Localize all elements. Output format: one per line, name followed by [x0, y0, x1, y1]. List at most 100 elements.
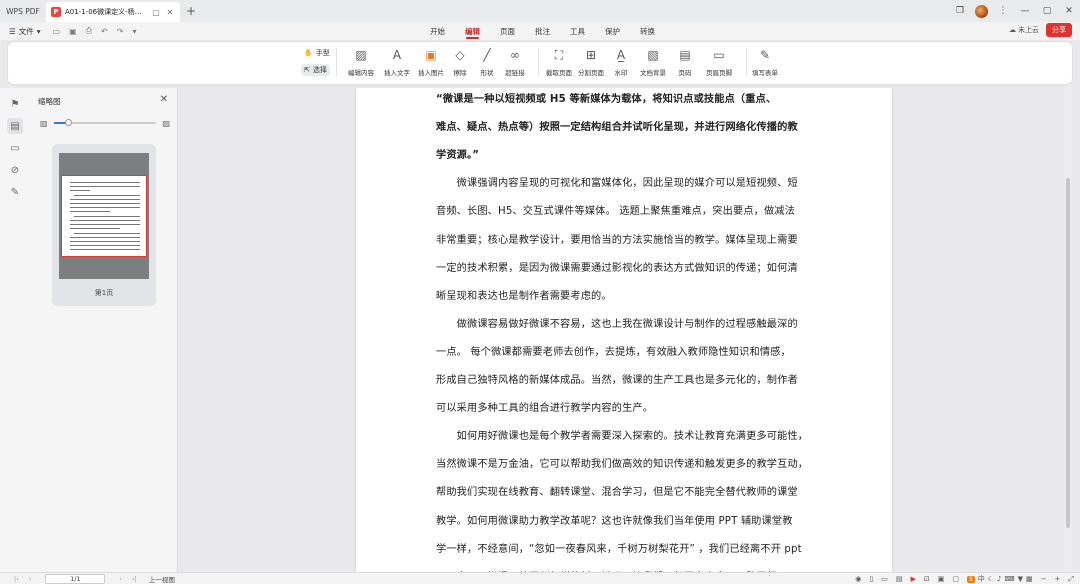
crop-icon: ⛶ — [554, 47, 564, 62]
attachment-icon[interactable]: ⊘ — [7, 162, 23, 178]
save-icon[interactable]: ▣ — [69, 27, 77, 36]
first-page-icon[interactable]: |‹ — [14, 575, 19, 583]
status-right: ◉ ▯ ▭ ▤ ▶ ⊡ ▣ ▢ S 中 ☾ ♪ ⌨ ▼ ▦ − + ⤢ — [855, 573, 1074, 584]
edit-content-icon: ▨ — [355, 48, 367, 62]
select-tool[interactable]: ⇱ 选择 — [301, 64, 330, 76]
comment-icon[interactable]: ▭ — [7, 140, 23, 156]
zoom-out-icon[interactable]: − — [1041, 575, 1047, 583]
form-icon: ✎ — [759, 48, 771, 62]
prev-page-icon[interactable]: ‹ — [29, 575, 32, 583]
keyboard-icon[interactable]: ⌨ — [1005, 575, 1015, 583]
fit-page-icon[interactable]: ▣ — [938, 575, 945, 583]
signature-icon[interactable]: ✎ — [7, 184, 23, 200]
mic-icon[interactable]: ♪ — [997, 575, 1001, 583]
tab-tools[interactable]: 工具 — [570, 22, 585, 40]
app-tab[interactable]: WPS PDF — [0, 0, 46, 22]
minimize-icon[interactable]: — — [1014, 0, 1036, 22]
scrollbar-thumb[interactable] — [1066, 178, 1070, 528]
tab-start[interactable]: 开始 — [430, 22, 445, 40]
window-controls: ❐ ⋮ — ▢ ✕ — [949, 0, 1080, 22]
grid-icon[interactable]: ▦ — [1026, 575, 1033, 583]
double-page-icon[interactable]: ▭ — [881, 575, 888, 583]
thumbnail-zoom: ▨ ▨ — [40, 118, 170, 128]
fill-form-tool[interactable]: ✎ 填写表单 — [744, 46, 786, 77]
quick-access: ▭ ▣ ⎙ ↶ ↷ ▾ — [53, 26, 137, 36]
document-text-line: 可以采用多种工具的组合进行教学内容的生产。 — [436, 403, 654, 415]
window-icon[interactable]: ▢ — [151, 8, 161, 17]
document-text-line: 做微课容易做好微课不容易，这也上我在微课设计与制作的过程感触最深的 — [436, 318, 798, 330]
open-folder-icon[interactable]: ▭ — [53, 27, 61, 36]
thumbnail-size-slider[interactable] — [53, 119, 157, 126]
vertical-scrollbar[interactable] — [1064, 88, 1072, 572]
cloud-status[interactable]: ☁ 未上云 — [1009, 25, 1039, 35]
left-rail: ⚑ ▤ ▭ ⊘ ✎ — [0, 88, 30, 572]
zoom-in-image-icon[interactable]: ▨ — [162, 119, 170, 128]
tab-protect[interactable]: 保护 — [605, 22, 620, 40]
hamburger-icon: ☰ — [9, 26, 16, 36]
cursor-icon: ⇱ — [304, 66, 310, 74]
tab-page[interactable]: 页面 — [500, 22, 515, 40]
share-label: 分享 — [1052, 26, 1066, 34]
hand-tool-label: 手型 — [315, 49, 330, 57]
page-number-input[interactable]: 1/1 — [45, 573, 106, 584]
watermark-icon: A̲ — [616, 48, 626, 62]
print-icon[interactable]: ⎙ — [86, 26, 92, 36]
hand-tool[interactable]: ✋ 手型 — [304, 48, 330, 58]
close-tab-icon[interactable]: ✕ — [165, 8, 175, 17]
tab-convert[interactable]: 转换 — [640, 22, 655, 40]
more-icon[interactable]: ⋮ — [992, 0, 1014, 22]
menu-right: ☁ 未上云 分享 — [1009, 23, 1072, 37]
slider-handle[interactable] — [64, 119, 72, 126]
close-icon[interactable]: ✕ — [160, 94, 168, 105]
maximize-icon[interactable]: ▢ — [1036, 0, 1058, 22]
thumbnail-viewport — [61, 175, 147, 257]
last-page-icon[interactable]: ›| — [132, 575, 137, 583]
ime-logo-icon[interactable]: S — [966, 575, 975, 583]
tab-annotate[interactable]: 批注 — [535, 22, 550, 40]
document-text-line: 非常重要；核心是教学设计，要用恰当的方法实施恰当的教学。媒体呈现上需要 — [436, 234, 798, 246]
read-mode-icon[interactable]: ▢ — [952, 575, 959, 583]
cloud-icon: ☁ — [1009, 26, 1016, 34]
bookmark-icon[interactable]: ⚑ — [7, 96, 23, 112]
share-button[interactable]: 分享 — [1046, 23, 1072, 37]
header-footer-tool[interactable]: ▭ 页眉页脚 — [698, 46, 740, 77]
previous-view-button[interactable]: 上一视图 — [149, 574, 175, 584]
ribbon-tabs: 开始 编辑 页面 批注 工具 保护 转换 — [430, 22, 655, 40]
thumbnail-icon[interactable]: ▤ — [7, 118, 23, 134]
tab-edit[interactable]: 编辑 — [465, 22, 480, 40]
document-tab[interactable]: P A01-1-06微课定义-杨上影-二 ▢ ✕ — [46, 2, 180, 22]
document-text-line: 如何用好微课也是每个教学者需要深入探索的。技术让教育充满更多可能性， — [436, 431, 809, 443]
document-text-line: 一定的技术积累，是因为微课需要通过影视化的表达方式做知识的传递；如何清 — [436, 262, 798, 274]
page-nav-right: › ›| — [119, 575, 136, 583]
next-page-icon[interactable]: › — [119, 575, 122, 583]
more-dropdown-icon[interactable]: ▾ — [132, 27, 136, 36]
eye-icon[interactable]: ◉ — [855, 575, 861, 583]
image-icon: ▣ — [425, 48, 437, 62]
play-icon[interactable]: ▶ — [910, 575, 915, 583]
file-menu[interactable]: ☰ 文件 ▾ — [0, 26, 41, 37]
moon-icon[interactable]: ☾ — [988, 575, 994, 583]
zoom-out-image-icon[interactable]: ▨ — [40, 119, 48, 128]
single-page-icon[interactable]: ▯ — [869, 575, 873, 583]
undo-icon[interactable]: ↶ — [101, 27, 108, 36]
erase-label: 擦除 — [453, 69, 467, 77]
redo-icon[interactable]: ↷ — [117, 27, 124, 36]
document-text-line: 微课强调内容呈现的可视化和富媒体化，因此呈现的媒介可以是短视频、短 — [436, 178, 798, 190]
close-window-icon[interactable]: ✕ — [1058, 0, 1080, 22]
document-text-line: 形成自己独特风格的新媒体成品。当然，微课的生产工具也是多元化的，制作者 — [436, 375, 798, 386]
new-tab-button[interactable]: + — [180, 0, 202, 22]
thumbnail-page-label: 第1页 — [94, 289, 114, 297]
shirt-icon[interactable]: ▼ — [1018, 575, 1023, 583]
ime-language[interactable]: 中 — [978, 574, 985, 584]
fit-width-icon[interactable]: ⊡ — [924, 575, 930, 583]
restore-window-icon[interactable]: ❐ — [949, 0, 971, 22]
continuous-icon[interactable]: ▤ — [896, 575, 903, 583]
text-icon: A — [392, 48, 402, 62]
insert-text-label: 插入文字 — [384, 69, 410, 77]
hyperlink-tool[interactable]: ∞ 超链接 — [494, 46, 536, 77]
title-bar: WPS PDF P A01-1-06微课定义-杨上影-二 ▢ ✕ + ❐ ⋮ —… — [0, 0, 1080, 22]
page-thumbnail[interactable]: 第1页 — [52, 144, 156, 306]
zoom-in-icon[interactable]: + — [1055, 575, 1061, 583]
avatar[interactable] — [975, 4, 988, 18]
expand-icon[interactable]: ⤢ — [1068, 575, 1074, 584]
